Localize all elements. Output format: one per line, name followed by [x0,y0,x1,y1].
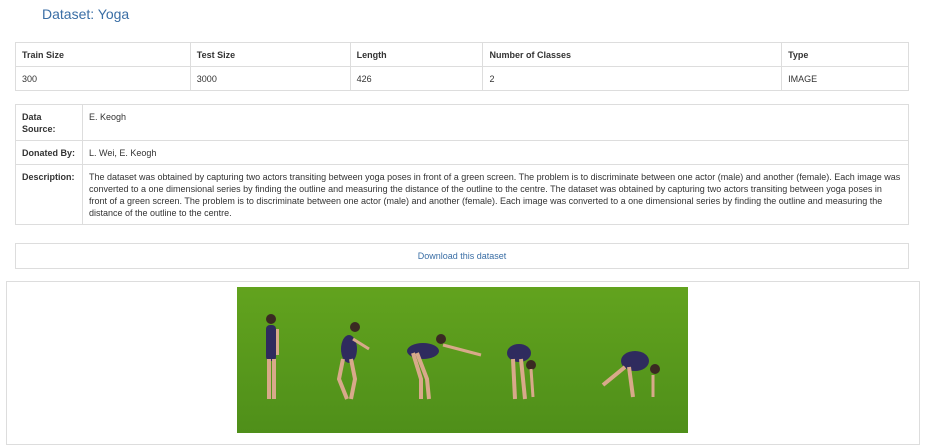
train-size-header: Train Size [15,42,191,67]
test-size-value: 3000 [189,66,351,91]
dataset-summary-table: Train Size Test Size Length Number of Cl… [15,42,909,91]
description-row: Description: The dataset was obtained by… [15,164,909,225]
test-size-header: Test Size [189,42,351,67]
description-label: Description: [15,164,83,225]
download-panel: Download this dataset [15,243,909,269]
data-source-row: Data Source: E. Keogh [15,104,909,141]
data-source-label: Data Source: [15,104,83,141]
dataset-details-table: Data Source: E. Keogh Donated By: L. Wei… [15,104,909,225]
donated-by-value: L. Wei, E. Keogh [82,140,909,165]
length-value: 426 [349,66,484,91]
donated-by-row: Donated By: L. Wei, E. Keogh [15,140,909,165]
dataset-image-panel [6,281,920,445]
yoga-poses-image [237,287,688,433]
donated-by-label: Donated By: [15,140,83,165]
data-source-value: E. Keogh [82,104,909,141]
download-dataset-link[interactable]: Download this dataset [418,251,507,261]
train-size-value: 300 [15,66,191,91]
type-value: IMAGE [781,66,909,91]
number-of-classes-value: 2 [482,66,783,91]
length-header: Length [349,42,484,67]
number-of-classes-header: Number of Classes [482,42,783,67]
summary-header-row: Train Size Test Size Length Number of Cl… [15,42,909,67]
type-header: Type [781,42,909,67]
summary-value-row: 300 3000 426 2 IMAGE [15,66,909,91]
description-value: The dataset was obtained by capturing tw… [82,164,909,225]
page-title: Dataset: Yoga [42,6,130,22]
